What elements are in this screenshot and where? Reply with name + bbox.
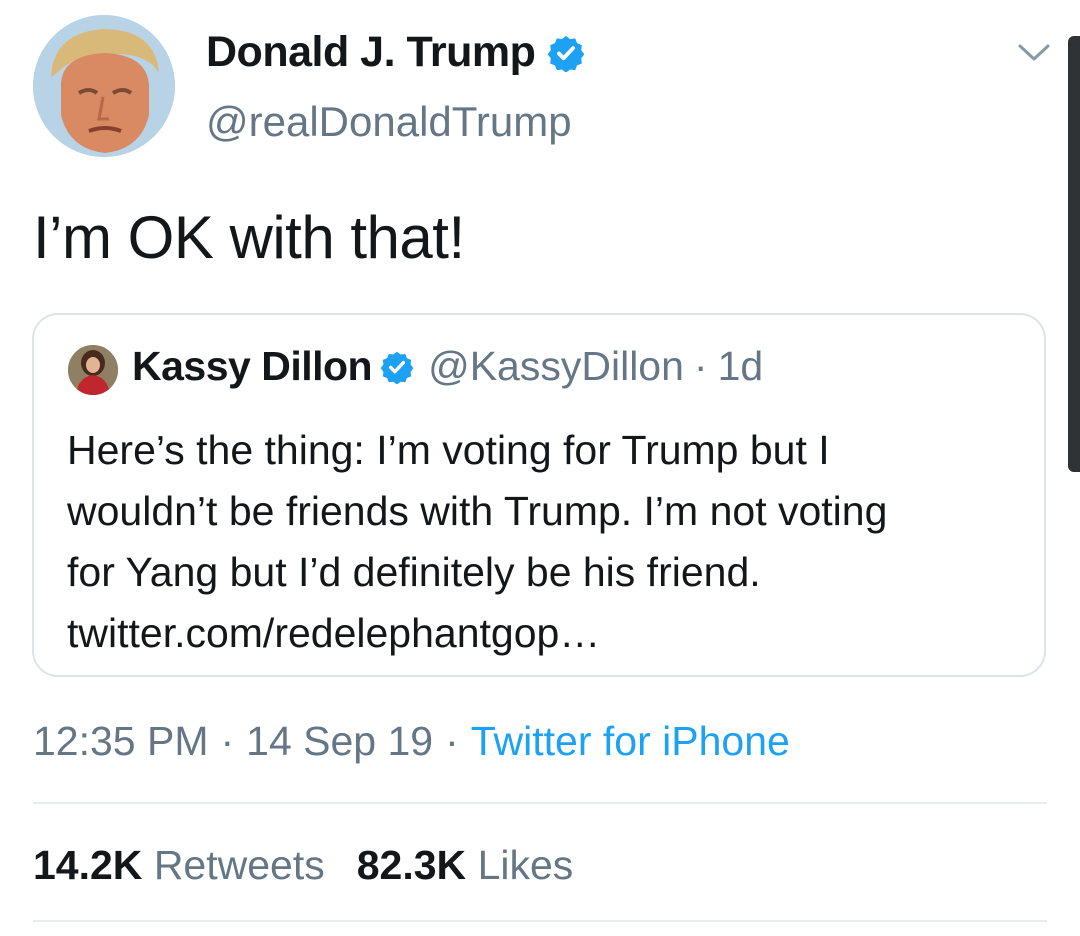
scrollbar[interactable] bbox=[1068, 36, 1080, 472]
retweets-count: 14.2K bbox=[33, 842, 143, 888]
author-avatar[interactable] bbox=[33, 15, 175, 157]
tweet-source-link[interactable]: Twitter for iPhone bbox=[471, 718, 790, 764]
quoted-tweet-card[interactable]: Kassy Dillon @KassyDillon · 1d Here’s th… bbox=[32, 313, 1046, 677]
separator-dot: · bbox=[445, 718, 459, 764]
verified-badge-icon bbox=[380, 350, 414, 384]
quoted-text-line: wouldn’t be friends with Trump. I’m not … bbox=[67, 488, 888, 534]
author-handle[interactable]: @realDonaldTrump bbox=[206, 98, 572, 146]
tweet-date[interactable]: 14 Sep 19 bbox=[246, 718, 433, 764]
quoted-text-line: for Yang but I’d definitely be his frien… bbox=[67, 549, 761, 595]
quoted-text-line: Here’s the thing: I’m voting for Trump b… bbox=[67, 427, 830, 473]
quoted-tweet-text: Here’s the thing: I’m voting for Trump b… bbox=[67, 420, 1027, 664]
tweet-meta: 12:35 PM · 14 Sep 19 · Twitter for iPhone bbox=[33, 718, 790, 765]
divider bbox=[33, 920, 1047, 922]
quoted-author-handle[interactable]: @KassyDillon bbox=[428, 343, 684, 390]
tweet-text: I’m OK with that! bbox=[33, 204, 465, 271]
separator-dot: · bbox=[693, 343, 708, 389]
chevron-down-icon[interactable] bbox=[1014, 40, 1054, 71]
likes-stat[interactable]: 82.3K Likes bbox=[357, 842, 574, 888]
tweet-time[interactable]: 12:35 PM bbox=[33, 718, 209, 764]
tweet-stats: 14.2K Retweets 82.3K Likes bbox=[33, 842, 573, 889]
quoted-author-name[interactable]: Kassy Dillon bbox=[132, 343, 373, 390]
quoted-link[interactable]: twitter.com/redelephantgop… bbox=[67, 603, 1027, 664]
quoted-tweet-age: 1d bbox=[717, 343, 764, 389]
verified-badge-icon bbox=[547, 34, 585, 72]
separator-dot: · bbox=[220, 718, 235, 764]
divider bbox=[33, 802, 1047, 804]
likes-label: Likes bbox=[477, 842, 574, 888]
likes-count: 82.3K bbox=[356, 842, 467, 888]
quoted-author-avatar[interactable] bbox=[68, 345, 118, 395]
author-name[interactable]: Donald J. Trump bbox=[206, 28, 536, 77]
retweets-label: Retweets bbox=[153, 842, 325, 888]
retweets-stat[interactable]: 14.2K Retweets bbox=[33, 842, 325, 888]
